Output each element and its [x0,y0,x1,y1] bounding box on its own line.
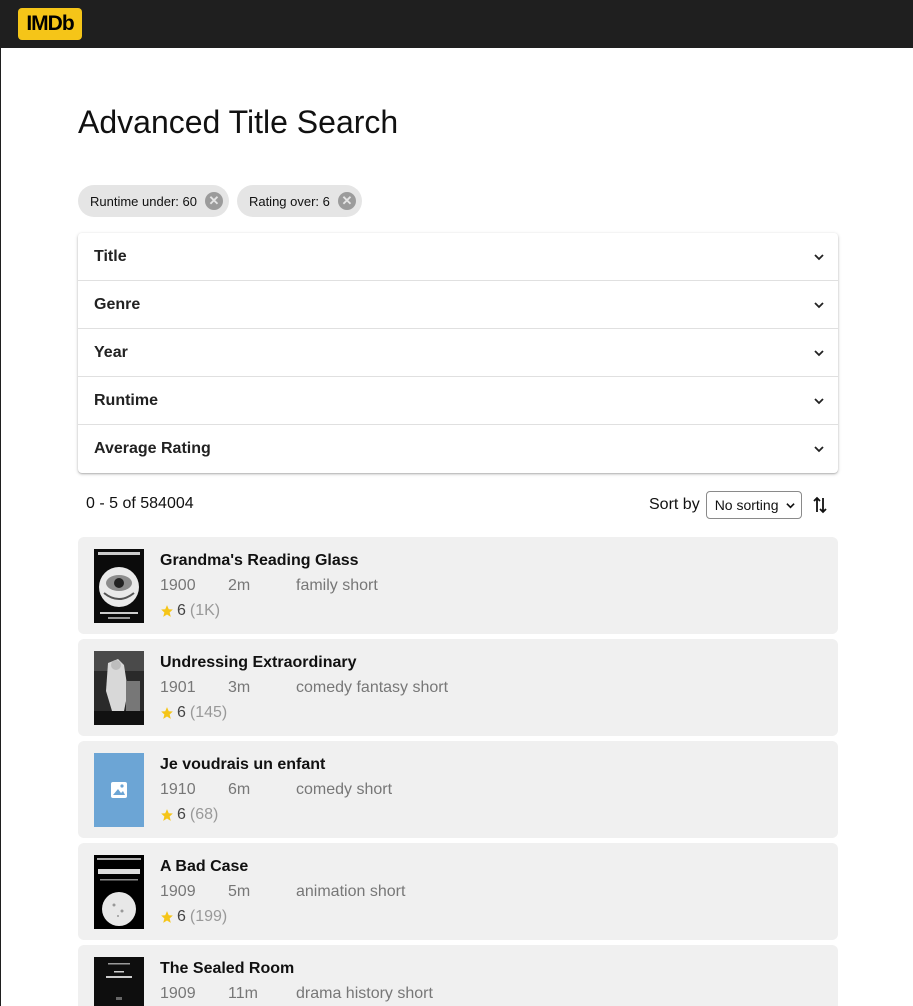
active-filter-chips: Runtime under: 60 ✕ Rating over: 6 ✕ [78,185,362,217]
vote-count: (199) [189,908,228,925]
chevron-down-icon [814,301,824,308]
sort-selected-value: No sorting [714,497,779,513]
filter-chip-rating: Rating over: 6 ✕ [236,185,362,217]
result-title[interactable]: A Bad Case [160,858,248,876]
poster-image [94,651,144,725]
chevron-down-icon [786,502,795,508]
result-runtime: 11m [228,985,258,1002]
result-title[interactable]: Je voudrais un enfant [160,756,325,774]
result-title[interactable]: The Sealed Room [160,960,294,978]
poster-image [94,957,144,1006]
poster-image [94,855,144,929]
filter-year[interactable]: Year [78,329,838,377]
results-count: 0 - 5 of 584004 [86,495,194,512]
close-icon[interactable]: ✕ [337,192,356,210]
result-rating: 6 (1K) [160,602,220,620]
result-genres: family short [296,577,378,594]
filter-average-rating[interactable]: Average Rating [78,425,838,473]
filter-accordion: Title Genre Year Runtime Average Rating [78,233,838,473]
filter-chip-runtime: Runtime under: 60 ✕ [78,185,229,217]
chip-label: Rating over: 6 [248,193,330,209]
result-runtime: 5m [228,883,251,900]
vote-count: (1K) [189,602,221,619]
chevron-down-icon [814,349,824,356]
result-rating: 6 (68) [160,806,218,824]
filter-label: Genre [94,295,141,313]
rating-value: 6 [177,806,186,823]
page-title: Advanced Title Search [78,104,399,140]
result-rating: 6 (145) [160,704,227,722]
filter-label: Title [94,247,127,265]
filter-label: Runtime [94,391,158,409]
chevron-down-icon [814,253,824,260]
star-icon [161,809,173,821]
vote-count: (145) [189,704,228,721]
result-title[interactable]: Grandma's Reading Glass [160,552,359,570]
result-runtime: 3m [228,679,251,696]
chevron-down-icon [814,446,824,453]
rating-value: 6 [177,908,186,925]
star-icon [161,605,173,617]
result-genres: comedy fantasy short [296,679,449,696]
filter-runtime[interactable]: Runtime [78,377,838,425]
result-year: 1901 [160,679,196,696]
result-card[interactable]: Undressing Extraordinary 1901 3m comedy … [78,639,838,736]
result-genres: animation short [296,883,406,900]
sort-select[interactable]: No sorting [705,491,802,519]
top-bar: IMDb [1,0,913,48]
close-icon[interactable]: ✕ [204,192,223,210]
result-year: 1909 [160,985,196,1002]
filter-label: Average Rating [94,440,211,457]
sort-label: Sort by [649,496,700,513]
result-card[interactable]: A Bad Case 1909 5m animation short 6 (19… [78,843,838,940]
result-genres: comedy short [296,781,393,798]
poster-image [94,549,144,623]
result-card[interactable]: The Sealed Room 1909 11m drama history s… [78,945,838,1006]
placeholder-image-icon [94,753,144,827]
result-runtime: 2m [228,577,251,594]
result-title[interactable]: Undressing Extraordinary [160,654,357,672]
sort-direction-icon[interactable] [812,495,828,515]
rating-value: 6 [177,602,186,619]
result-year: 1900 [160,577,196,594]
rating-value: 6 [177,704,186,721]
result-card[interactable]: Grandma's Reading Glass 1900 2m family s… [78,537,838,634]
result-rating: 6 (199) [160,908,227,926]
filter-label: Year [94,343,128,361]
star-icon [161,911,173,923]
chevron-down-icon [814,397,824,404]
result-year: 1910 [160,781,196,798]
star-icon [161,707,173,719]
result-card[interactable]: Je voudrais un enfant 1910 6m comedy sho… [78,741,838,838]
vote-count: (68) [189,806,219,823]
chip-label: Runtime under: 60 [90,193,197,209]
result-genres: drama history short [296,985,433,1002]
imdb-logo[interactable]: IMDb [18,8,82,40]
sort-controls: Sort by No sorting [649,491,828,519]
filter-genre[interactable]: Genre [78,281,838,329]
filter-title[interactable]: Title [78,233,838,281]
results-list: Grandma's Reading Glass 1900 2m family s… [78,537,838,1006]
result-runtime: 6m [228,781,251,798]
result-year: 1909 [160,883,196,900]
